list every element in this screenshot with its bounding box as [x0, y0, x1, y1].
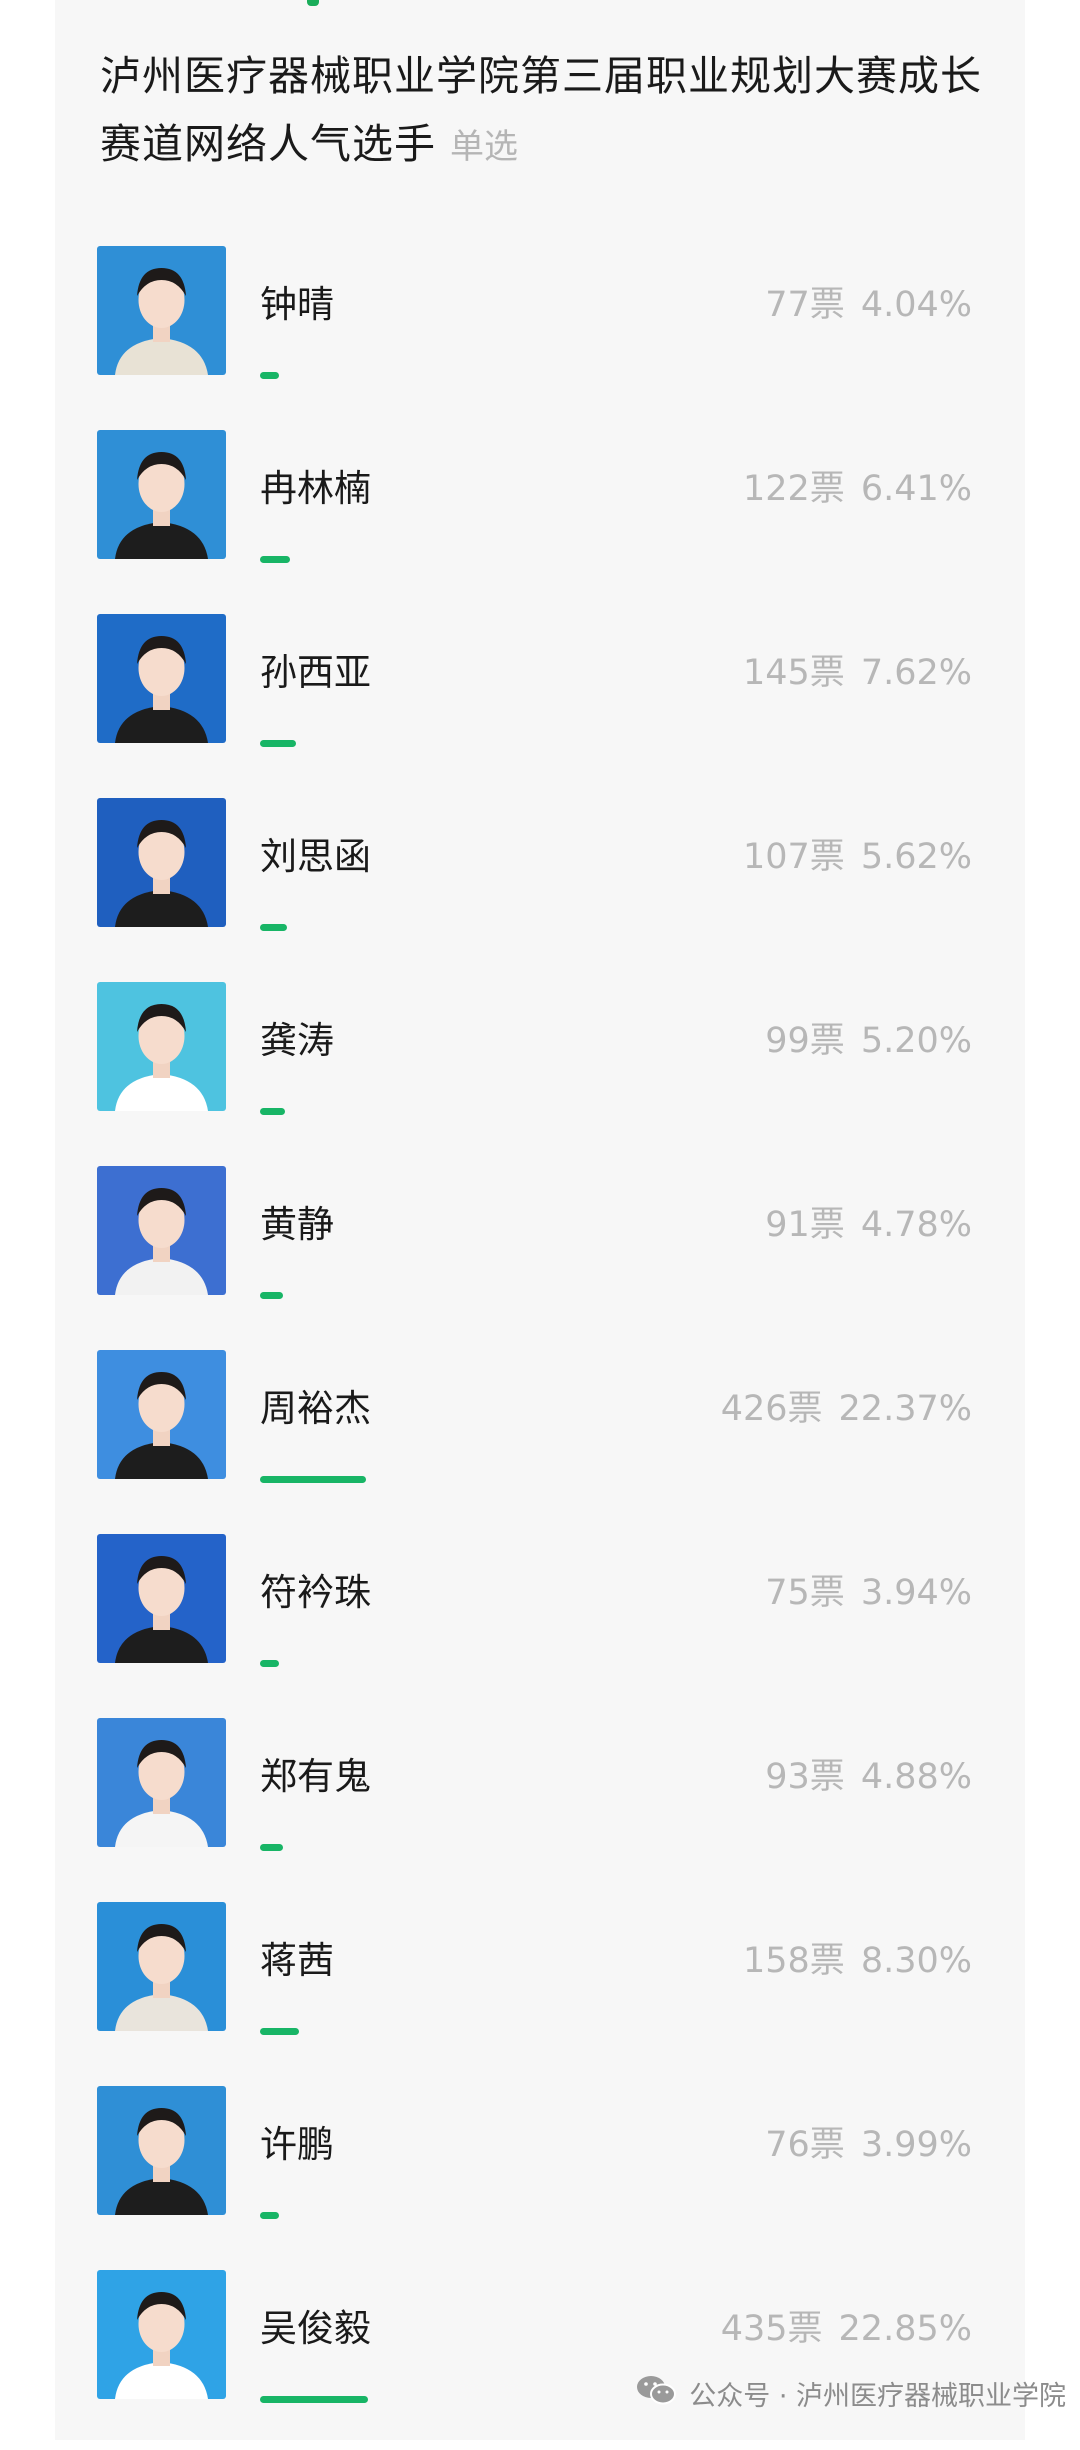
- footer-text: 公众号 · 泸州医疗器械职业学院: [689, 2381, 1066, 2412]
- candidate-photo: [97, 1534, 226, 1663]
- candidate-photo: [97, 1718, 226, 1847]
- vote-count: 122票: [743, 469, 845, 509]
- poll-title: 泸州医疗器械职业学院第三届职业规划大赛成长赛道网络人气选手 单选: [100, 42, 1000, 181]
- vote-bar: [260, 556, 290, 563]
- candidate-photo: [97, 2086, 226, 2215]
- poll-option[interactable]: 周裕杰 426票 22.37%: [55, 1346, 1025, 1530]
- candidate-name: 郑有鬼: [260, 1755, 371, 1798]
- candidate-photo: [97, 2270, 226, 2399]
- vote-stat: 91票 4.78%: [765, 1200, 972, 1250]
- vote-stat: 122票 6.41%: [743, 464, 972, 514]
- candidate-photo: [97, 982, 226, 1111]
- vote-stat: 107票 5.62%: [743, 832, 972, 882]
- candidate-name: 蒋茜: [260, 1939, 334, 1982]
- vote-stat: 435票 22.85%: [721, 2304, 972, 2354]
- vote-stat: 158票 8.30%: [743, 1936, 972, 1986]
- vote-count: 158票: [743, 1941, 845, 1981]
- poll-option[interactable]: 刘思函 107票 5.62%: [55, 794, 1025, 978]
- candidate-name: 刘思函: [260, 835, 371, 878]
- vote-percent: 8.30%: [860, 1941, 972, 1981]
- vote-percent: 6.41%: [860, 469, 972, 509]
- poll-option[interactable]: 龚涛 99票 5.20%: [55, 978, 1025, 1162]
- candidate-name: 孙西亚: [260, 651, 371, 694]
- candidate-photo: [97, 614, 226, 743]
- candidate-photo: [97, 430, 226, 559]
- vote-bar: [260, 1660, 279, 1667]
- vote-bar: [260, 740, 296, 747]
- candidate-photo: [97, 1350, 226, 1479]
- vote-percent: 4.04%: [860, 285, 972, 325]
- poll-option[interactable]: 孙西亚 145票 7.62%: [55, 610, 1025, 794]
- poll-title-text: 泸州医疗器械职业学院第三届职业规划大赛成长赛道网络人气选手: [100, 52, 982, 168]
- vote-percent: 4.78%: [860, 1205, 972, 1245]
- vote-bar: [260, 924, 287, 931]
- vote-count: 426票: [720, 1389, 823, 1429]
- poll-option[interactable]: 许鹏 76票 3.99%: [55, 2082, 1025, 2266]
- footer-watermark: 公众号 · 泸州医疗器械职业学院: [635, 2373, 1066, 2414]
- vote-bar: [260, 2028, 299, 2035]
- poll-card: 泸州医疗器械职业学院第三届职业规划大赛成长赛道网络人气选手 单选 钟晴 77票 4.0…: [55, 0, 1025, 2440]
- candidate-photo: [97, 1166, 226, 1295]
- vote-percent: 5.20%: [860, 1021, 972, 1061]
- vote-bar: [260, 1108, 285, 1115]
- vote-count: 75票: [765, 1573, 845, 1613]
- vote-bar: [260, 2212, 279, 2219]
- vote-count: 99票: [765, 1021, 845, 1061]
- top-indicator: [307, 0, 319, 6]
- vote-percent: 3.99%: [860, 2125, 972, 2165]
- option-list: 钟晴 77票 4.04% 冉林楠 122票 6.41% 孙西亚 145票 7.62% 刘思函 107…: [55, 242, 1025, 2450]
- candidate-photo: [97, 246, 226, 375]
- vote-stat: 93票 4.88%: [765, 1752, 972, 1802]
- vote-percent: 5.62%: [860, 837, 972, 877]
- vote-count: 91票: [765, 1205, 845, 1245]
- poll-option[interactable]: 符衿珠 75票 3.94%: [55, 1530, 1025, 1714]
- candidate-name: 符衿珠: [260, 1571, 371, 1614]
- vote-stat: 99票 5.20%: [765, 1016, 972, 1066]
- vote-count: 145票: [743, 653, 845, 693]
- vote-count: 107票: [743, 837, 845, 877]
- vote-bar: [260, 372, 279, 379]
- vote-bar: [260, 1292, 283, 1299]
- vote-stat: 76票 3.99%: [765, 2120, 972, 2170]
- vote-count: 76票: [765, 2125, 845, 2165]
- wechat-icon: [635, 2373, 677, 2414]
- poll-option[interactable]: 冉林楠 122票 6.41%: [55, 426, 1025, 610]
- vote-bar: [260, 1476, 366, 1483]
- poll-option[interactable]: 黄静 91票 4.78%: [55, 1162, 1025, 1346]
- poll-type-tag: 单选: [450, 127, 518, 167]
- poll-option[interactable]: 蒋茜 158票 8.30%: [55, 1898, 1025, 2082]
- vote-percent: 22.37%: [838, 1389, 972, 1429]
- vote-count: 435票: [720, 2309, 823, 2349]
- poll-option[interactable]: 钟晴 77票 4.04%: [55, 242, 1025, 426]
- candidate-photo: [97, 798, 226, 927]
- vote-percent: 7.62%: [860, 653, 972, 693]
- candidate-name: 周裕杰: [260, 1387, 371, 1430]
- poll-option[interactable]: 吴俊毅 435票 22.85%: [55, 2266, 1025, 2450]
- candidate-name: 黄静: [260, 1203, 334, 1246]
- candidate-name: 吴俊毅: [260, 2307, 371, 2350]
- vote-count: 77票: [765, 285, 845, 325]
- vote-stat: 77票 4.04%: [765, 280, 972, 330]
- vote-percent: 3.94%: [860, 1573, 972, 1613]
- candidate-photo: [97, 1902, 226, 2031]
- vote-stat: 75票 3.94%: [765, 1568, 972, 1618]
- candidate-name: 钟晴: [260, 283, 334, 326]
- vote-stat: 426票 22.37%: [721, 1384, 972, 1434]
- candidate-name: 许鹏: [260, 2123, 334, 2166]
- vote-bar: [260, 2396, 368, 2403]
- vote-stat: 145票 7.62%: [743, 648, 972, 698]
- vote-count: 93票: [765, 1757, 845, 1797]
- candidate-name: 龚涛: [260, 1019, 334, 1062]
- poll-option[interactable]: 郑有鬼 93票 4.88%: [55, 1714, 1025, 1898]
- candidate-name: 冉林楠: [260, 467, 371, 510]
- vote-bar: [260, 1844, 283, 1851]
- vote-percent: 22.85%: [838, 2309, 972, 2349]
- vote-percent: 4.88%: [860, 1757, 972, 1797]
